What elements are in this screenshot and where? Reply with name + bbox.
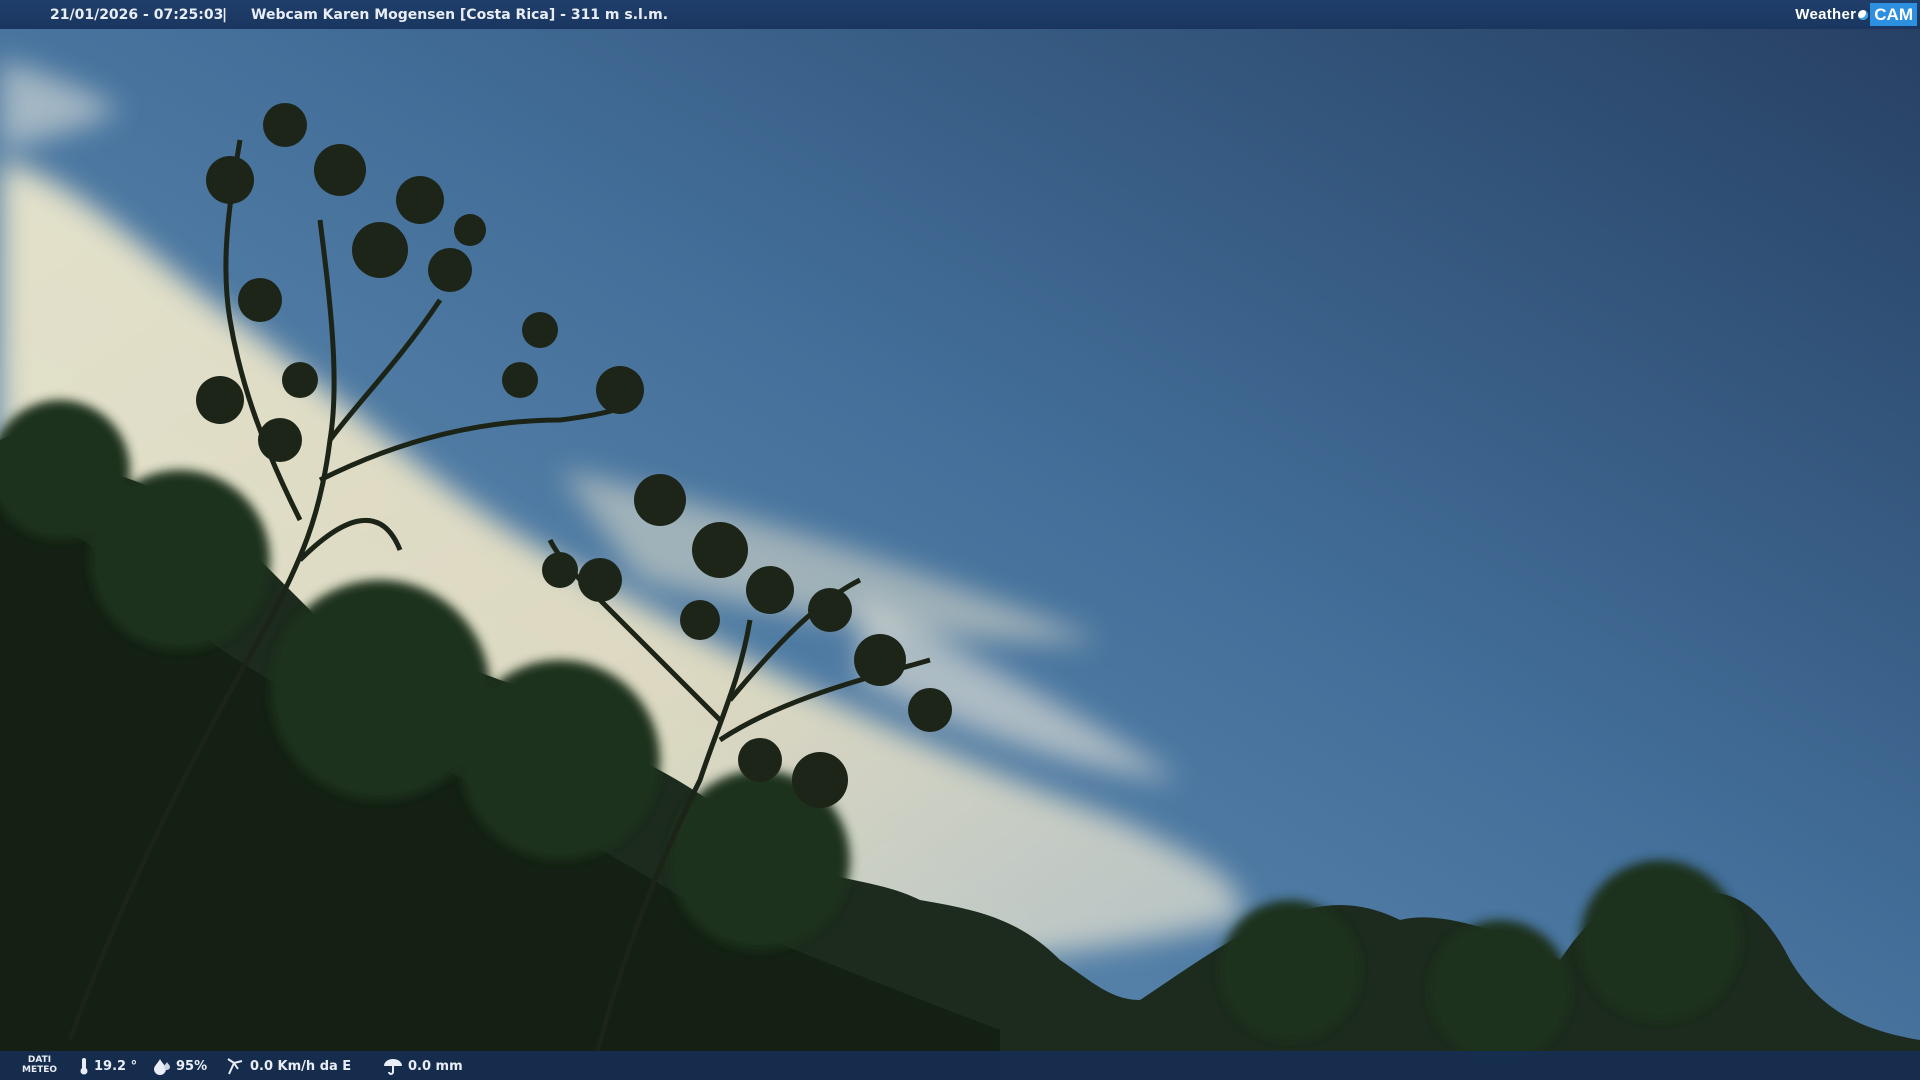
- timestamp: 21/01/2026 - 07:25:03: [50, 7, 224, 23]
- logo-weather-text: Weather: [1795, 6, 1857, 23]
- temperature-readout: 19.2 °: [78, 1057, 137, 1075]
- dati-meteo-label: DATI METEO: [22, 1055, 58, 1075]
- separator: |: [222, 7, 228, 23]
- weather-data-bar: DATI METEO 19.2 ° 95% 0.0 Km/h da E 0.0 …: [0, 1051, 1920, 1080]
- thermometer-icon: [80, 1058, 88, 1075]
- top-info-bar: 21/01/2026 - 07:25:03 | Webcam Karen Mog…: [0, 0, 1920, 29]
- wind-value: 0.0 Km/h da E: [250, 1058, 352, 1074]
- temperature-value: 19.2 °: [94, 1058, 138, 1074]
- humidity-icon: [154, 1059, 170, 1075]
- humidity-value: 95%: [176, 1058, 208, 1074]
- weathercam-logo[interactable]: Weather CAM: [1795, 3, 1917, 26]
- wind-icon: [227, 1058, 243, 1075]
- logo-cam-text: CAM: [1870, 3, 1917, 26]
- rain-readout: 0.0 mm: [382, 1057, 463, 1075]
- webcam-title: Webcam Karen Mogensen [Costa Rica] - 311…: [251, 7, 669, 23]
- rain-value: 0.0 mm: [408, 1058, 463, 1074]
- webcam-image: [0, 0, 1920, 1080]
- wind-readout: 0.0 Km/h da E: [226, 1057, 351, 1075]
- logo-globe-icon: [1858, 9, 1869, 20]
- humidity-readout: 95%: [152, 1057, 207, 1075]
- rain-icon: [384, 1059, 402, 1075]
